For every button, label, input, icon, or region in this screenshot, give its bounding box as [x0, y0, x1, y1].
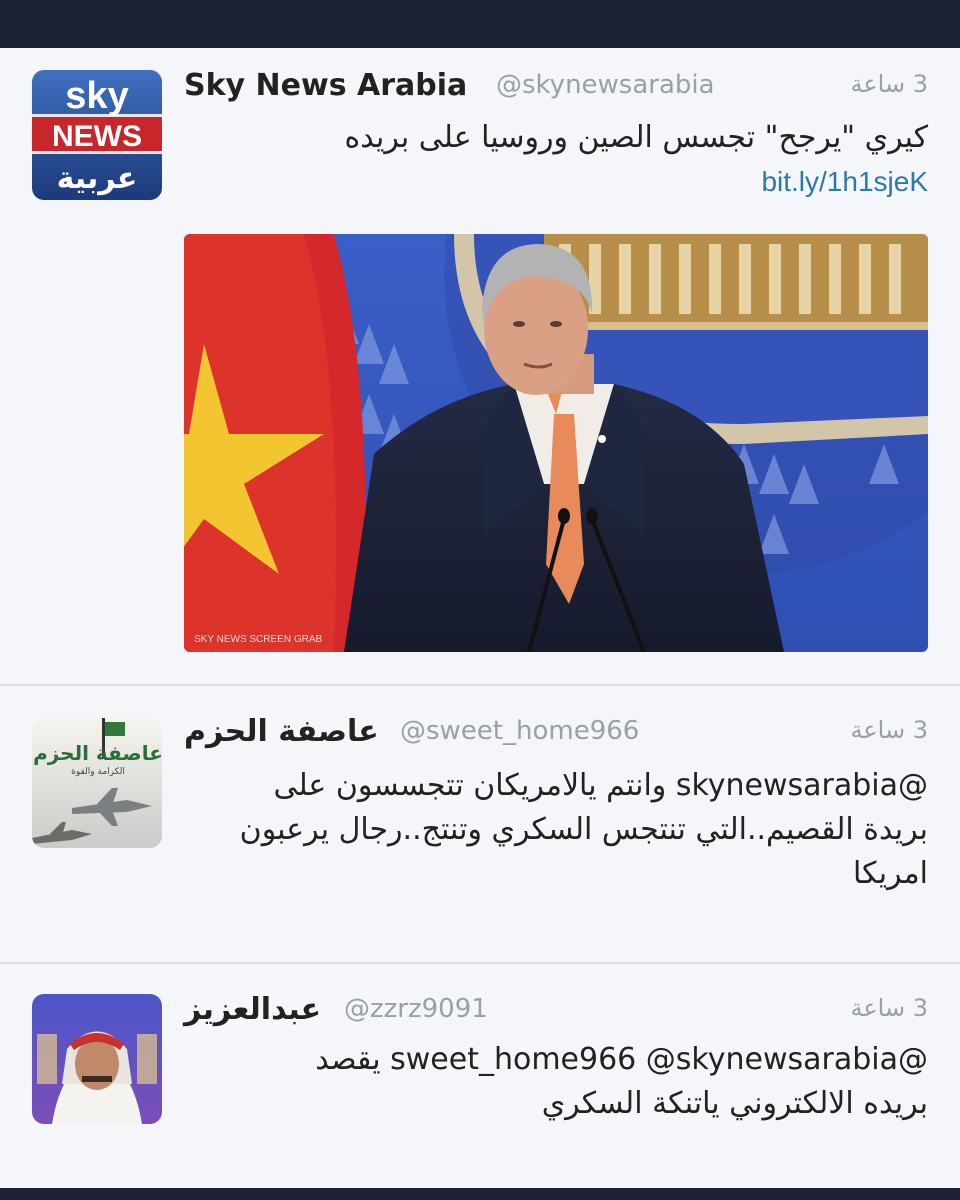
display-name[interactable]: عاصفة الحزم	[184, 714, 379, 749]
timestamp: 3 ساعة	[850, 716, 928, 744]
display-name[interactable]: Sky News Arabia	[184, 68, 467, 103]
tweet-text-line: @skynewsarabia وانتم يالامريكان تتجسسون …	[273, 768, 929, 803]
tweet-sky-news[interactable]: sky NEWS عربية Sky News Arabia @skynewsa…	[0, 48, 960, 686]
tweet-link[interactable]: bit.ly/1h1sjeK	[761, 166, 928, 198]
tweet-media-image[interactable]: SKY NEWS SCREEN GRAB	[184, 234, 928, 652]
avatar-title: عاصفة الحزم	[33, 741, 162, 765]
logo-arabic-text: عربية	[57, 161, 138, 196]
avatar-subtitle: الكرامة والقوة	[71, 767, 125, 777]
avatar[interactable]: عاصفة الحزم الكرامة والقوة	[32, 718, 162, 848]
timestamp: 3 ساعة	[850, 994, 928, 1022]
sky-news-logo: sky NEWS عربية	[32, 70, 162, 200]
bottom-bar	[0, 1188, 960, 1200]
avatar[interactable]: sky NEWS عربية	[32, 70, 162, 200]
timestamp: 3 ساعة	[850, 70, 928, 98]
tweet-header: Sky News Arabia @skynewsarabia 3 ساعة	[184, 68, 928, 112]
user-photo-avatar	[32, 994, 162, 1124]
tweet-sweet-home[interactable]: عاصفة الحزم الكرامة والقوة عاصفة الحزم @…	[0, 686, 960, 964]
logo-news-text: NEWS	[52, 120, 142, 153]
tweet-header: عبدالعزيز @zzrz9091 3 ساعة	[184, 992, 928, 1036]
tweet-text: @skynewsarabia وانتم يالامريكان تتجسسون …	[184, 764, 928, 896]
logo-sky-text: sky	[65, 75, 128, 117]
tweet-text-line: بريده الالكتروني ياتنكة السكري	[541, 1086, 928, 1121]
tweet-text-line: بريدة القصيم..التي تنتجس السكري وتنتج..ر…	[239, 812, 928, 847]
username[interactable]: @skynewsarabia	[496, 70, 715, 100]
tweet-header: عاصفة الحزم @sweet_home966 3 ساعة	[184, 714, 928, 758]
press-conference-photo: SKY NEWS SCREEN GRAB	[184, 234, 928, 652]
tweet-text-line: امريكا	[852, 856, 928, 891]
avatar[interactable]	[32, 994, 162, 1124]
username[interactable]: @zzrz9091	[344, 994, 488, 1024]
tweet-text: كيري "يرجح" تجسس الصين وروسيا على بريده	[344, 120, 928, 155]
tweet-zzrz[interactable]: عبدالعزيز @zzrz9091 3 ساعة @sweet_home96…	[0, 964, 960, 1190]
display-name[interactable]: عبدالعزيز	[184, 992, 321, 1027]
username[interactable]: @sweet_home966	[400, 716, 639, 746]
tweet-text: @sweet_home966 @skynewsarabia يقصد بريده…	[184, 1038, 928, 1126]
tweet-text-line: @sweet_home966 @skynewsarabia يقصد	[315, 1042, 928, 1077]
screen-grab-caption: SKY NEWS SCREEN GRAB	[194, 634, 323, 645]
decisive-storm-avatar: عاصفة الحزم الكرامة والقوة	[32, 718, 162, 848]
top-bar	[0, 0, 960, 48]
